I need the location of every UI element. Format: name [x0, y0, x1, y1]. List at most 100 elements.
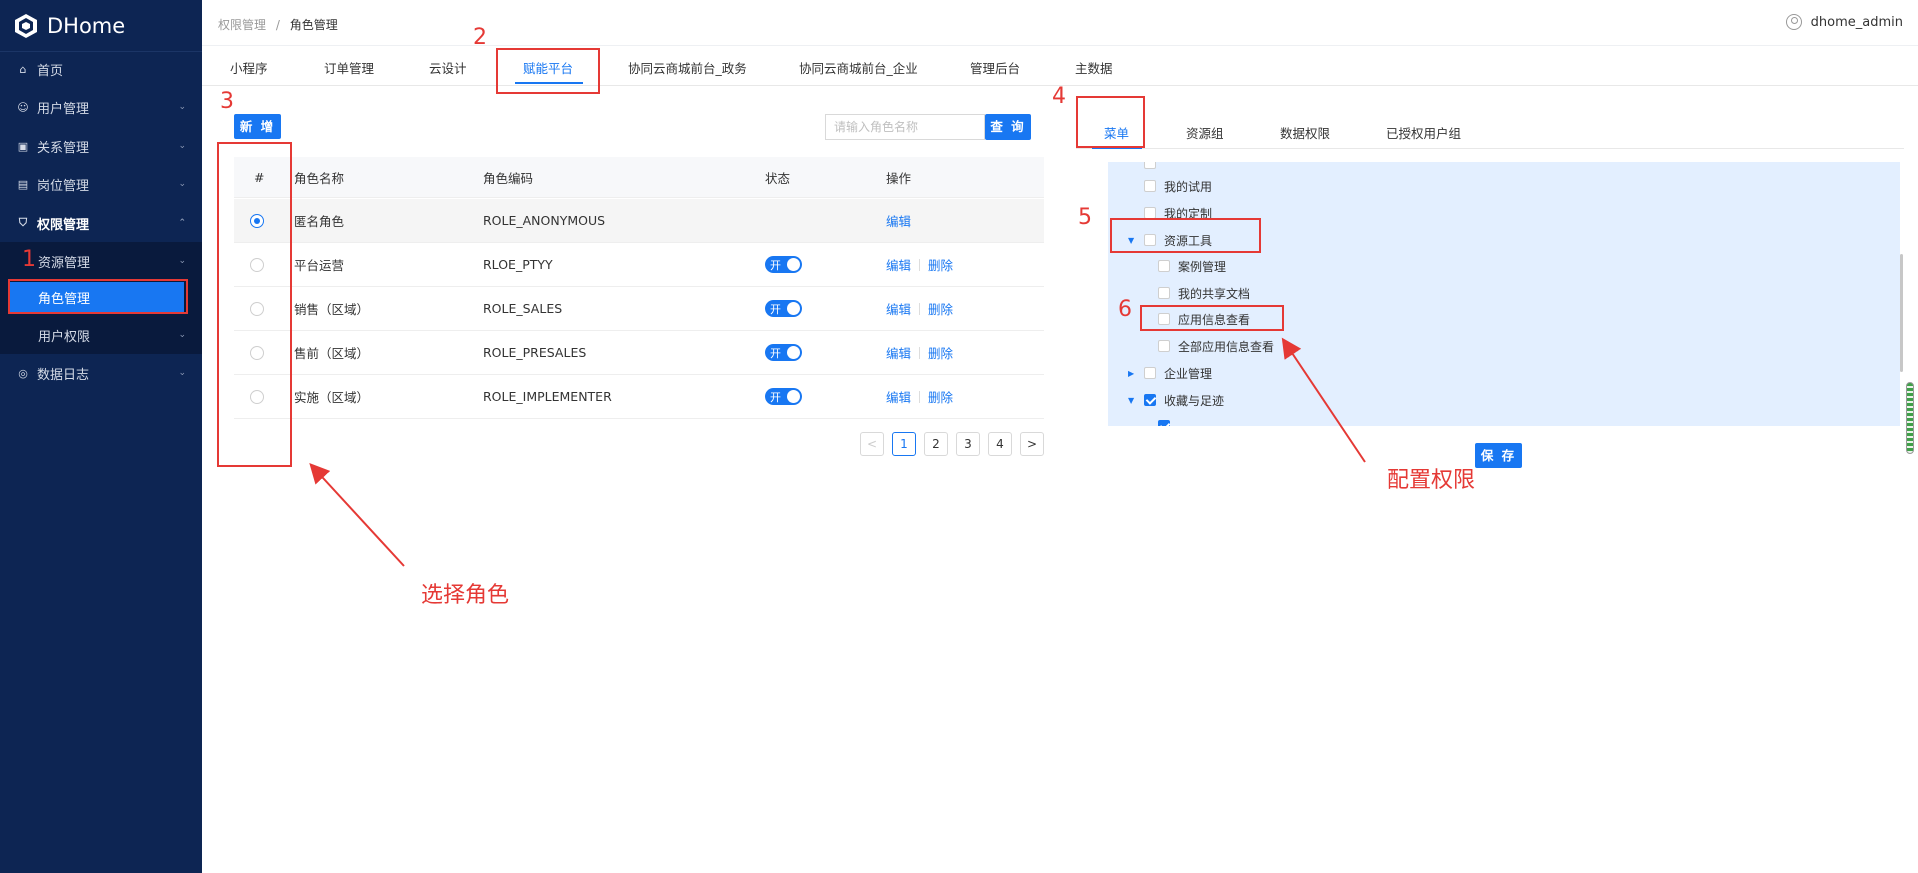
pagination-page-3[interactable]: 3	[956, 432, 980, 456]
tree-node-partial	[1144, 162, 1164, 174]
pagination-page-1[interactable]: 1	[892, 432, 916, 456]
status-toggle[interactable]: 开	[765, 344, 802, 361]
right-tabs-divider	[1076, 148, 1904, 149]
sidebar-item-position-management[interactable]: ▤ 岗位管理 ⌄	[0, 165, 202, 203]
user-menu[interactable]: dhome_admin	[1785, 14, 1903, 30]
tree-node[interactable]: ▼ 资源工具	[1128, 229, 1212, 251]
status-toggle-label: 开	[770, 390, 781, 404]
tree-checkbox[interactable]	[1144, 180, 1156, 192]
badge-icon: ▤	[17, 177, 29, 191]
table-row[interactable]: 匿名角色 ROLE_ANONYMOUS 编辑	[234, 199, 1044, 243]
add-role-button[interactable]: 新 增	[234, 114, 281, 139]
sidebar-item-user-permissions[interactable]: 用户权限 ⌄	[0, 316, 202, 354]
tab-authorized-user-groups[interactable]: 已授权用户组	[1386, 123, 1461, 142]
tree-checkbox[interactable]	[1144, 207, 1156, 219]
tree-node[interactable]: 应用信息查看	[1158, 308, 1250, 330]
role-search-input[interactable]	[825, 114, 985, 140]
tab-menu[interactable]: 菜单	[1104, 123, 1129, 142]
tab-admin-backend[interactable]: 管理后台	[970, 58, 1020, 77]
tree-checkbox[interactable]	[1144, 367, 1156, 379]
table-row[interactable]: 实施（区域） ROLE_IMPLEMENTER 开 编辑 删除	[234, 375, 1044, 419]
edit-link[interactable]: 编辑	[886, 255, 911, 274]
tree-checkbox[interactable]	[1158, 260, 1170, 272]
edit-link[interactable]: 编辑	[886, 211, 911, 230]
delete-link[interactable]: 删除	[928, 343, 953, 362]
tab-mall-enterprise[interactable]: 协同云商城前台_企业	[799, 58, 918, 77]
status-toggle[interactable]: 开	[765, 256, 802, 273]
tree-node[interactable]: 案例管理	[1158, 255, 1226, 277]
tab-order-management[interactable]: 订单管理	[324, 58, 374, 77]
save-button[interactable]: 保 存	[1475, 443, 1522, 468]
tree-node-label: 案例管理	[1178, 259, 1227, 274]
annotation-number-4: 4	[1052, 84, 1066, 109]
tree-node[interactable]: 我的定制	[1144, 202, 1212, 224]
tab-master-data[interactable]: 主数据	[1075, 58, 1113, 77]
sidebar-item-resource-management[interactable]: 资源管理 ⌄	[0, 242, 202, 280]
tree-node-label: 我的共享文档	[1178, 286, 1251, 301]
sidebar-item-role-management[interactable]: 角色管理	[10, 282, 184, 312]
pagination-prev-button[interactable]: <	[860, 432, 884, 456]
annotation-number-5: 5	[1078, 205, 1092, 230]
tree-node[interactable]: 我的共享文档	[1158, 282, 1250, 304]
tree-checkbox-checked[interactable]	[1158, 420, 1170, 426]
breadcrumb-item[interactable]: 权限管理	[218, 18, 266, 32]
tree-checkbox[interactable]	[1158, 340, 1170, 352]
breadcrumb: 权限管理 / 角色管理	[218, 16, 338, 33]
app-tabs: 小程序 订单管理 云设计 赋能平台 协同云商城前台_政务 协同云商城前台_企业 …	[202, 46, 1918, 86]
app-logo[interactable]: DHome	[0, 0, 202, 52]
breadcrumb-separator: /	[275, 18, 280, 32]
role-radio[interactable]	[250, 301, 264, 316]
sidebar-item-home[interactable]: ⌂ 首页	[0, 50, 202, 88]
sidebar-item-data-log[interactable]: ◎ 数据日志 ⌄	[0, 354, 202, 392]
delete-link[interactable]: 删除	[928, 255, 953, 274]
tab-data-permissions[interactable]: 数据权限	[1280, 123, 1330, 142]
status-toggle[interactable]: 开	[765, 388, 802, 405]
sidebar-item-user-management[interactable]: ☺ 用户管理 ⌄	[0, 88, 202, 126]
sidebar-item-relation-management[interactable]: ▣ 关系管理 ⌄	[0, 127, 202, 165]
tree-checkbox[interactable]	[1144, 162, 1156, 169]
sidebar-item-label: 角色管理	[38, 291, 91, 307]
table-row[interactable]: 平台运营 RLOE_PTYY 开 编辑 删除	[234, 243, 1044, 287]
tree-node[interactable]: ▶ 企业管理	[1128, 362, 1212, 384]
tree-node[interactable]: ▼ 收藏与足迹	[1128, 389, 1224, 411]
tree-checkbox[interactable]	[1144, 234, 1156, 246]
edit-link[interactable]: 编辑	[886, 387, 911, 406]
page-scroll-handle[interactable]	[1906, 382, 1914, 454]
delete-link[interactable]: 删除	[928, 299, 953, 318]
status-toggle[interactable]: 开	[765, 300, 802, 317]
tree-checkbox-checked[interactable]	[1144, 394, 1156, 406]
tree-node[interactable]: 全部应用信息查看	[1158, 335, 1274, 357]
role-code: ROLE_ANONYMOUS	[483, 213, 606, 228]
tree-checkbox[interactable]	[1158, 313, 1170, 325]
edit-link[interactable]: 编辑	[886, 343, 911, 362]
tab-mini-program[interactable]: 小程序	[230, 58, 268, 77]
action-divider	[919, 390, 921, 403]
tree-node-partial	[1158, 415, 1178, 426]
role-radio[interactable]	[250, 257, 264, 272]
tab-cloud-design[interactable]: 云设计	[429, 58, 467, 77]
tree-node[interactable]: 我的试用	[1144, 175, 1212, 197]
role-radio[interactable]	[250, 345, 264, 360]
tab-mall-government[interactable]: 协同云商城前台_政务	[628, 58, 747, 77]
caret-right-icon[interactable]: ▶	[1128, 369, 1142, 378]
caret-down-icon[interactable]: ▼	[1128, 396, 1142, 405]
relation-icon: ▣	[17, 139, 29, 153]
tree-scrollbar[interactable]	[1900, 254, 1903, 372]
table-row[interactable]: 售前（区域） ROLE_PRESALES 开 编辑 删除	[234, 331, 1044, 375]
delete-link[interactable]: 删除	[928, 387, 953, 406]
username: dhome_admin	[1810, 14, 1903, 30]
table-row[interactable]: 销售（区域） ROLE_SALES 开 编辑 删除	[234, 287, 1044, 331]
sidebar-item-permission-management[interactable]: ⛉ 权限管理 ⌃	[0, 204, 202, 242]
tree-checkbox[interactable]	[1158, 287, 1170, 299]
search-button[interactable]: 查 询	[985, 114, 1031, 140]
pagination-next-button[interactable]: >	[1020, 432, 1044, 456]
pagination-page-4[interactable]: 4	[988, 432, 1012, 456]
caret-down-icon[interactable]: ▼	[1128, 236, 1142, 245]
tab-enablement-platform[interactable]: 赋能平台	[523, 58, 573, 77]
pagination-page-2[interactable]: 2	[924, 432, 948, 456]
edit-link[interactable]: 编辑	[886, 299, 911, 318]
role-radio[interactable]	[250, 213, 264, 228]
role-radio[interactable]	[250, 389, 264, 404]
annotation-configure-permissions: 配置权限	[1387, 468, 1476, 493]
tab-resource-group[interactable]: 资源组	[1186, 123, 1224, 142]
